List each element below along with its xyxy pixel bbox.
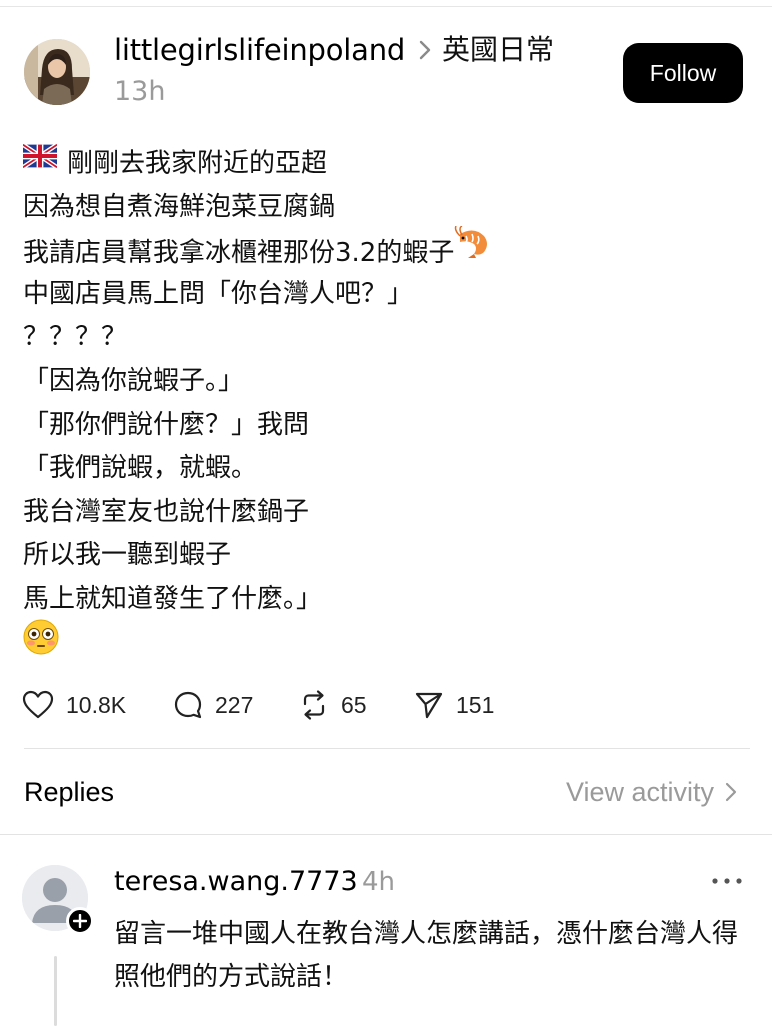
post-line [23, 619, 763, 666]
post-line: ？？？？ [23, 322, 128, 353]
post-line: 馬上就知道發生了什麼。」 [23, 583, 323, 614]
post-line: 我請店員幫我拿冰櫃裡那份3.2的蝦子 [23, 225, 763, 275]
post-line: 所以我一聽到蝦子 [23, 540, 232, 571]
topic-tag[interactable]: 英國日常 [442, 30, 554, 70]
post-line: 因為想自煮海鮮泡菜豆腐鍋 [23, 191, 336, 222]
top-divider [0, 6, 772, 7]
view-activity-label: View activity [565, 777, 714, 807]
heart-icon [22, 690, 54, 719]
replies-divider [0, 834, 772, 835]
repost-button[interactable]: 65 [299, 686, 367, 724]
post-line: 「因為你說蝦子。」 [23, 365, 245, 396]
post-actions: 10.8K 227 65 151 [22, 686, 542, 724]
post-line: 我台灣室友也說什麼鍋子 [23, 496, 310, 527]
reply-text: 留言一堆中國人在教台灣人怎麼講話，憑什麼台灣人得照他們的方式說話！ [114, 919, 739, 992]
follow-plus-icon[interactable] [66, 907, 94, 935]
like-count: 10.8K [66, 691, 127, 718]
send-icon [415, 692, 443, 719]
section-divider [24, 748, 750, 749]
thread-line [54, 956, 57, 1026]
author-username[interactable]: littlegirlslifeinpoland [114, 30, 405, 70]
post-line: 「我們說蝦，就蝦。 [23, 453, 258, 484]
comment-button[interactable]: 227 [173, 686, 253, 724]
like-button[interactable]: 10.8K [22, 686, 126, 724]
shrimp-icon [454, 225, 490, 275]
post-line: 「那你們說什麼？」我問 [23, 409, 310, 440]
follow-button[interactable]: Follow [623, 43, 743, 103]
reply-username[interactable]: teresa.wang.7773 [114, 862, 358, 902]
uk-flag-icon [21, 139, 59, 183]
post-line: 中國店員馬上問「你台灣人吧？」 [23, 278, 414, 309]
post-line: 剛剛去我家附近的亞超 [21, 139, 763, 186]
view-activity-link[interactable]: View activity [566, 772, 738, 812]
post-time: 13h [114, 76, 166, 107]
author-avatar[interactable] [24, 39, 90, 105]
post-body: 剛剛去我家附近的亞超 因為想自煮海鮮泡菜豆腐鍋 我請店員幫我拿冰櫃裡那份3.2的… [21, 139, 763, 666]
share-button[interactable]: 151 [414, 686, 494, 724]
chevron-right-icon [419, 40, 431, 60]
more-options-icon[interactable] [710, 870, 744, 892]
share-count: 151 [456, 691, 495, 718]
comment-count: 227 [215, 691, 254, 718]
flushed-face-icon [23, 619, 59, 670]
chevron-right-icon [725, 782, 737, 802]
replies-heading: Replies [24, 777, 115, 807]
repost-icon [303, 690, 325, 720]
comment-icon [174, 691, 202, 719]
reply-time: 4h [362, 867, 396, 897]
repost-count: 65 [341, 691, 367, 718]
